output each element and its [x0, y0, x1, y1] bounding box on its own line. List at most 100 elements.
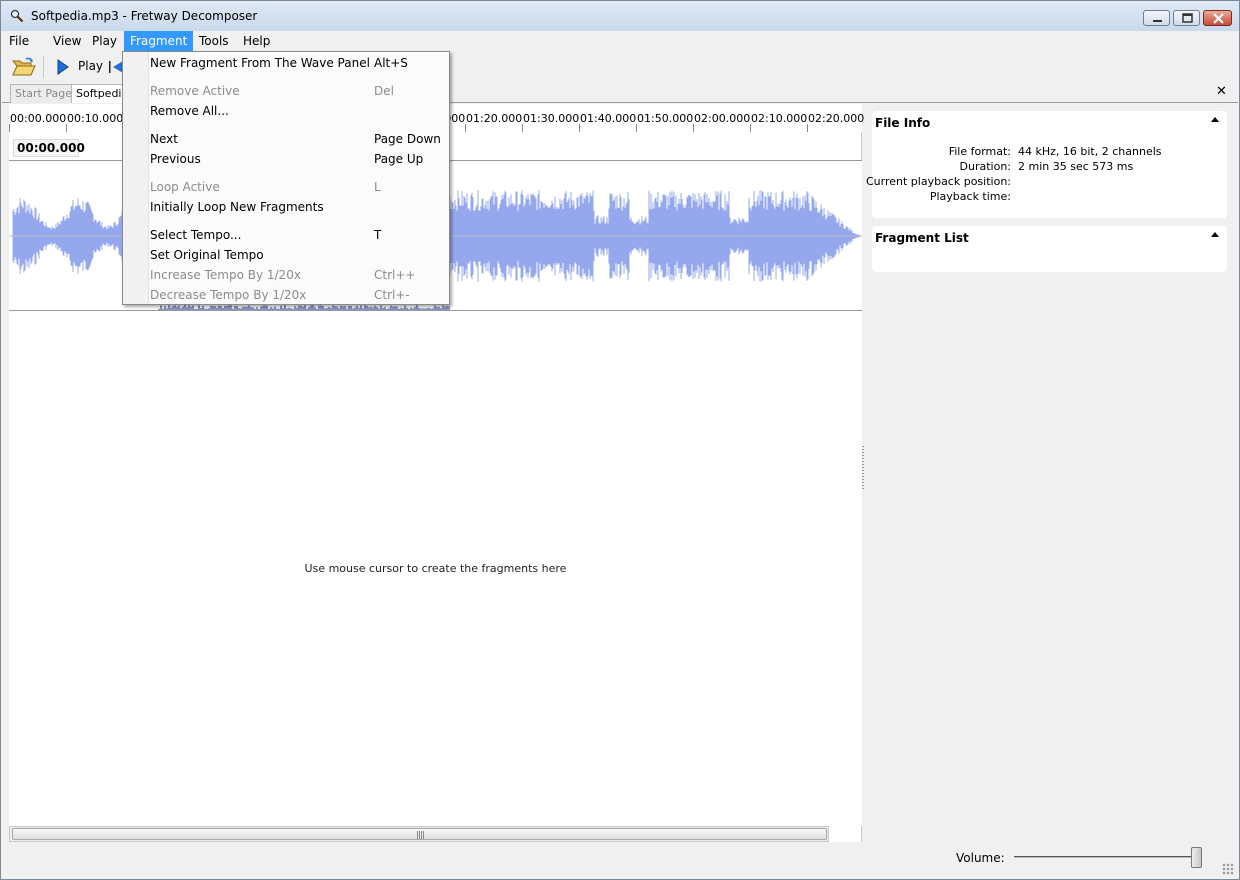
file-info-row: Playback time:	[872, 190, 1227, 205]
volume-track[interactable]	[1014, 856, 1200, 858]
tab-file[interactable]: Softpedia.mp3	[71, 84, 123, 103]
menu-separator	[151, 76, 446, 77]
menu-item-shortcut: Alt+S	[374, 56, 408, 70]
ruler-tick-label: 02:20.000	[808, 112, 865, 125]
file-info-panel: File Info File format: 44 kHz, 16 bit, 2 …	[866, 111, 1227, 218]
menu-item-remove-all[interactable]: Remove All...	[150, 101, 448, 121]
file-info-row: Duration: 2 min 35 sec 573 ms	[872, 160, 1227, 175]
ruler-tick-mark	[66, 124, 67, 132]
menu-item-increase-tempo-by-1-20x[interactable]: Increase Tempo By 1/20x Ctrl++	[150, 265, 448, 285]
menu-item-label: Initially Loop New Fragments	[150, 200, 324, 214]
ruler-tick-label: 00:10.000	[67, 112, 124, 125]
fragment-list-panel: Fragment List	[872, 226, 1227, 272]
menu-item-label: Remove All...	[150, 104, 229, 118]
ruler-tick-mark	[693, 124, 694, 132]
menu-item-label: Set Original Tempo	[150, 248, 264, 262]
menu-separator	[151, 124, 446, 125]
ruler-tick-mark	[522, 124, 523, 132]
ruler-tick-mark	[636, 124, 637, 132]
open-folder-icon[interactable]	[12, 56, 36, 78]
menu-item-decrease-tempo-by-1-20x[interactable]: Decrease Tempo By 1/20x Ctrl+-	[150, 285, 448, 305]
menu-item-shortcut: T	[374, 228, 382, 242]
file-info-value: 44 kHz, 16 bit, 2 channels	[1018, 145, 1162, 158]
file-info-label: Duration:	[959, 160, 1011, 173]
menu-play[interactable]: Play	[86, 31, 123, 51]
toolbar-separator	[43, 56, 44, 78]
resize-grip-icon[interactable]	[1222, 863, 1234, 875]
ruler-tick-mark	[579, 124, 580, 132]
menu-item-shortcut: Del	[374, 84, 394, 98]
close-document-icon[interactable]: ✕	[1216, 84, 1227, 99]
menu-item-initially-loop-new-fragments[interactable]: Initially Loop New Fragments	[150, 197, 448, 217]
ruler-tick-mark	[9, 124, 10, 132]
minimize-icon	[1153, 20, 1162, 22]
fragment-hint: Use mouse cursor to create the fragments…	[304, 562, 567, 575]
fragment-area[interactable]: Use mouse cursor to create the fragments…	[9, 311, 862, 826]
scrollbar-thumb[interactable]	[12, 828, 827, 840]
menu-view[interactable]: View	[47, 31, 87, 51]
ruler-tick-label: 02:00.000	[694, 112, 751, 125]
file-info-row: Current playback position:	[866, 175, 1227, 190]
menu-item-new-fragment-from-the-wave-panel[interactable]: New Fragment From The Wave Panel Alt+S	[150, 53, 448, 73]
window-title: Softpedia.mp3 - Fretway Decomposer	[31, 9, 258, 23]
menu-item-set-original-tempo[interactable]: Set Original Tempo	[150, 245, 448, 265]
menu-item-label: Previous	[150, 152, 201, 166]
playback-position: 00:00.000	[13, 139, 85, 157]
title-bar[interactable]: Softpedia.mp3 - Fretway Decomposer	[1, 1, 1239, 31]
play-label: Play	[78, 59, 104, 73]
menu-item-label: New Fragment From The Wave Panel	[150, 56, 370, 70]
menu-item-label: Next	[150, 132, 178, 146]
ruler-tick-label: 00:00.000	[10, 112, 67, 125]
collapse-caret-icon[interactable]	[1211, 232, 1219, 237]
minimize-button[interactable]	[1143, 10, 1170, 26]
ruler-tick-mark	[807, 124, 808, 132]
menu-item-shortcut: Ctrl+-	[374, 288, 410, 302]
menu-help[interactable]: Help	[237, 31, 276, 51]
file-info-label: Playback time:	[929, 190, 1011, 203]
menu-fragment[interactable]: Fragment	[124, 31, 194, 51]
menu-item-next[interactable]: Next Page Down	[150, 129, 448, 149]
ruler-tick-label: 01:50.000	[637, 112, 694, 125]
file-info-title: File Info	[875, 116, 931, 130]
application-window: Softpedia.mp3 - Fretway Decomposer File V…	[0, 0, 1240, 880]
menu-item-label: Remove Active	[150, 84, 240, 98]
menu-separator	[151, 172, 446, 173]
volume-slider-thumb[interactable]	[1191, 847, 1202, 868]
file-info-value: 2 min 35 sec 573 ms	[1018, 160, 1134, 173]
collapse-caret-icon[interactable]	[1211, 117, 1219, 122]
menu-file[interactable]: File	[3, 31, 35, 51]
ruler-tick-mark	[465, 124, 466, 132]
tab-start-page[interactable]: Start Page	[10, 84, 77, 103]
fragment-dropdown-menu: New Fragment From The Wave Panel Alt+S Rem…	[122, 51, 450, 305]
menu-item-select-tempo[interactable]: Select Tempo... T	[150, 225, 448, 245]
menu-tools[interactable]: Tools	[193, 31, 235, 51]
menu-item-remove-active[interactable]: Remove Active Del	[150, 81, 448, 101]
menu-bar: File View Play Fragment Tools Help	[2, 31, 1238, 51]
close-icon	[1213, 13, 1224, 24]
horizontal-scrollbar[interactable]	[9, 826, 829, 842]
magnifier-app-icon	[10, 9, 24, 23]
play-icon	[57, 59, 69, 75]
menu-item-shortcut: Page Up	[374, 152, 424, 166]
menu-item-label: Loop Active	[150, 180, 220, 194]
file-info-label: Current playback position:	[865, 175, 1011, 188]
menu-item-shortcut: L	[374, 180, 381, 194]
side-panel: File Info File format: 44 kHz, 16 bit, 2 …	[866, 104, 1235, 842]
ruler-tick-label: 01:40.000	[580, 112, 637, 125]
fragment-list-title: Fragment List	[875, 231, 969, 245]
ruler-tick-label: 01:20.000	[466, 112, 523, 125]
file-info-label: File format:	[948, 145, 1011, 158]
menu-item-loop-active[interactable]: Loop Active L	[150, 177, 448, 197]
menu-item-shortcut: Page Down	[374, 132, 441, 146]
status-bar: Volume:	[2, 843, 1238, 879]
maximize-icon	[1182, 13, 1193, 23]
ruler-tick-label: 02:10.000	[751, 112, 808, 125]
scrollbar-grip-icon	[417, 831, 425, 839]
ruler-tick-label: 01:30.000	[523, 112, 580, 125]
menu-item-previous[interactable]: Previous Page Up	[150, 149, 448, 169]
maximize-button[interactable]	[1173, 10, 1200, 26]
file-info-row: File format: 44 kHz, 16 bit, 2 channels	[872, 145, 1227, 160]
close-window-button[interactable]	[1203, 10, 1232, 26]
menu-item-label: Decrease Tempo By 1/20x	[150, 288, 307, 302]
splitter-grip[interactable]	[862, 446, 864, 491]
